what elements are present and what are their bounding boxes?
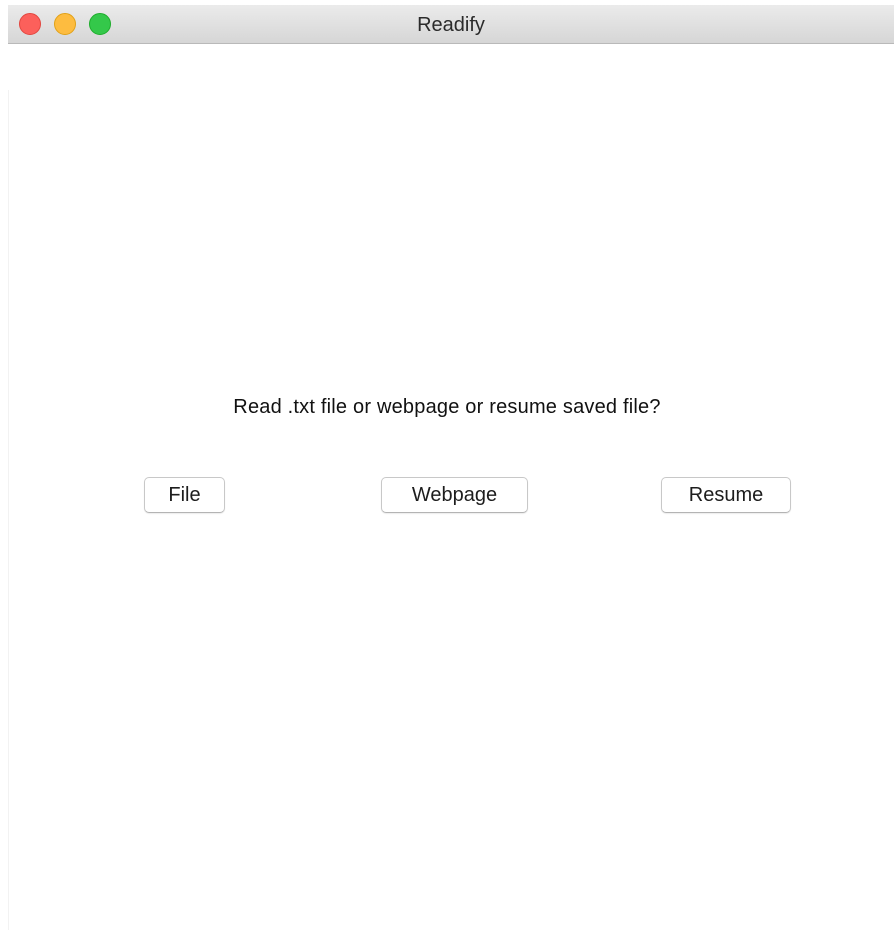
prompt-label: Read .txt file or webpage or resume save… xyxy=(233,396,661,418)
file-button[interactable]: File xyxy=(144,477,225,513)
title-bar[interactable]: Readify xyxy=(8,5,894,44)
window-title: Readify xyxy=(417,14,485,36)
webpage-button[interactable]: Webpage xyxy=(381,477,528,513)
app-window: Readify Read .txt file or webpage or res… xyxy=(0,0,894,933)
window-edge-divider xyxy=(8,90,9,930)
resume-button[interactable]: Resume xyxy=(661,477,791,513)
